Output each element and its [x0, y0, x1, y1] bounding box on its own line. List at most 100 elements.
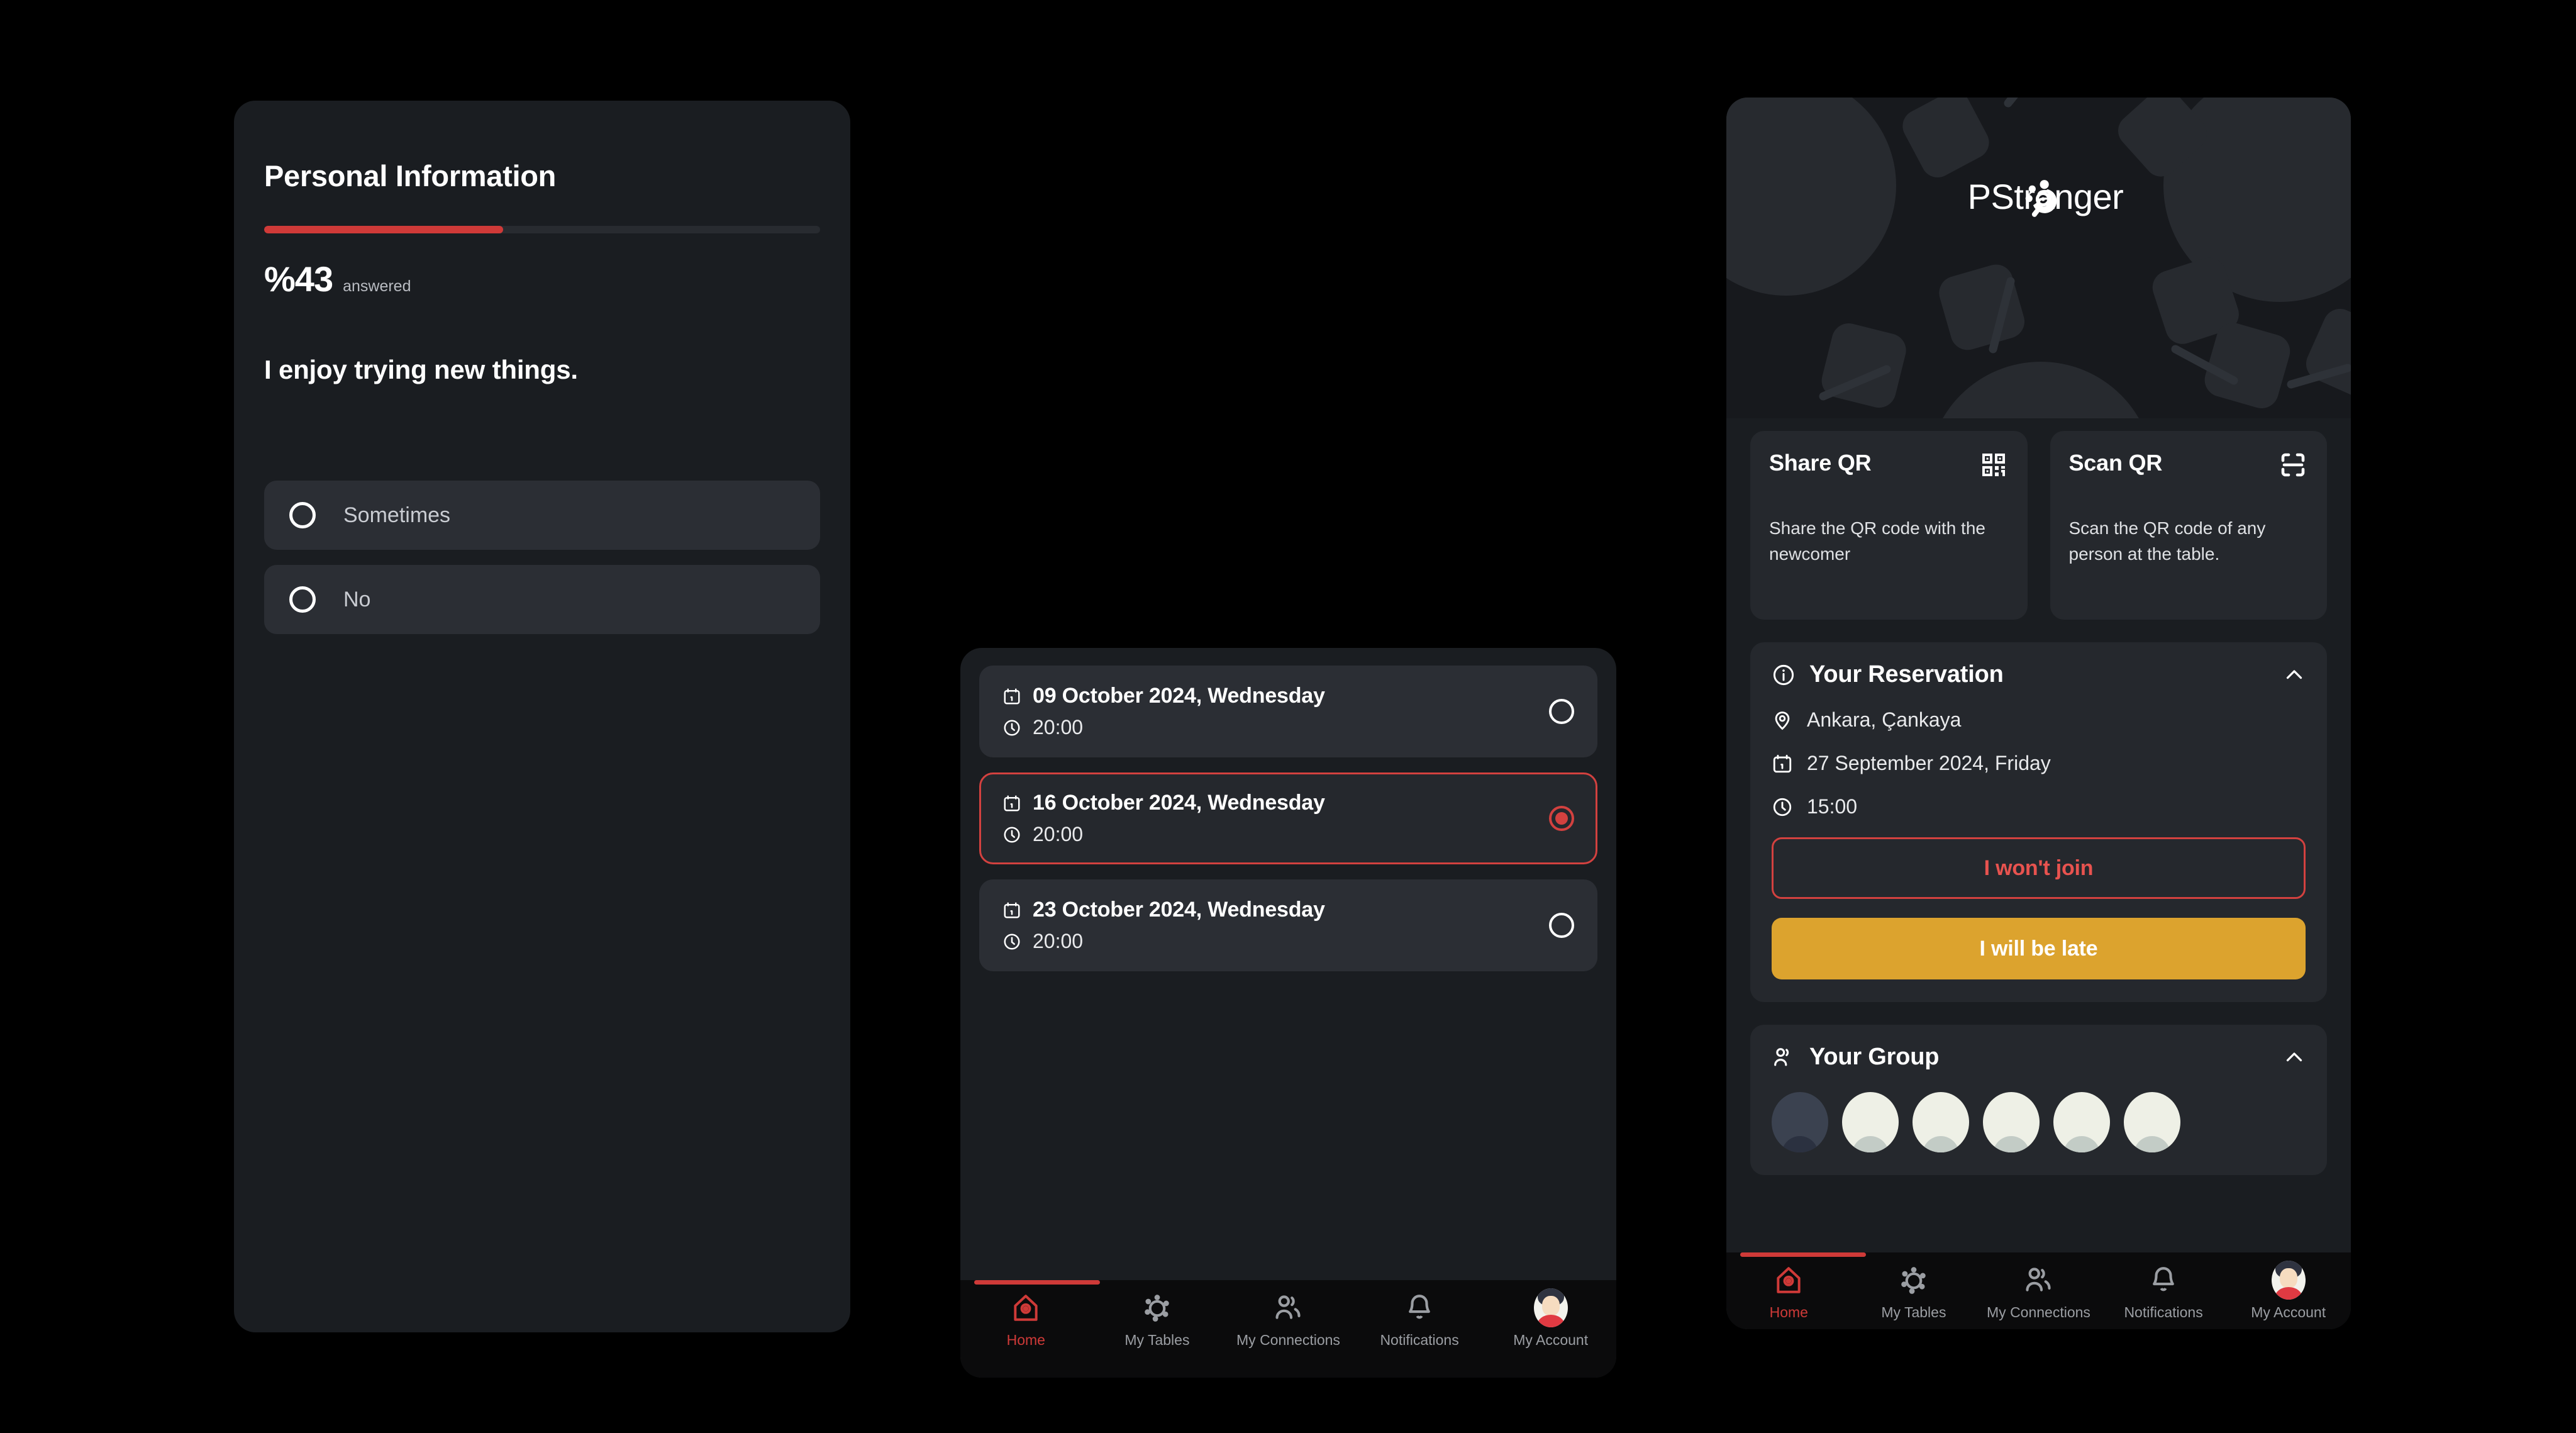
- answered-label: answered: [343, 277, 411, 295]
- avatar[interactable]: [1842, 1092, 1899, 1152]
- nav-label: My Account: [1513, 1332, 1589, 1348]
- radio-icon[interactable]: [289, 502, 316, 528]
- time-row: 20:00: [1002, 716, 1549, 739]
- share-qr-card[interactable]: Share QR Share the QR code with the newc…: [1750, 431, 2028, 620]
- brand: PStranger: [1726, 176, 2351, 217]
- qr-code-icon: [1979, 450, 2009, 483]
- people-icon: [1772, 1045, 1796, 1069]
- option-sometimes[interactable]: Sometimes: [264, 481, 820, 550]
- card-description: Share the QR code with the newcomer: [1769, 518, 1985, 564]
- answered-percent: %43: [264, 259, 333, 299]
- date-text: 23 October 2024, Wednesday: [1033, 898, 1325, 922]
- time-text: 20:00: [1033, 823, 1084, 845]
- card-title: Scan QR: [2068, 450, 2163, 476]
- decline-button[interactable]: I won't join: [1772, 837, 2306, 899]
- bottom-navigation: Home My Tables My Connections Notificati…: [960, 1280, 1616, 1378]
- nav-item-notifications[interactable]: Notifications: [2104, 1263, 2223, 1321]
- chevron-up-icon[interactable]: [2283, 664, 2306, 686]
- active-tab-indicator: [1740, 1252, 1866, 1257]
- radio-icon[interactable]: [1549, 699, 1574, 724]
- nav-item-my-account[interactable]: My Account: [2229, 1261, 2348, 1321]
- radio-icon-selected[interactable]: [1549, 806, 1574, 831]
- nav-item-my-tables[interactable]: My Tables: [1854, 1263, 1974, 1321]
- reservation-date-row: 27 September 2024, Friday: [1772, 752, 2306, 775]
- home-pin-icon: [1010, 1290, 1041, 1325]
- scan-qr-card[interactable]: Scan QR Scan the QR code of any person a…: [2050, 431, 2327, 620]
- date-text: 09 October 2024, Wednesday: [1033, 684, 1325, 708]
- home-pin-icon: [1773, 1263, 1804, 1298]
- clock-icon: [1002, 825, 1021, 844]
- tables-pattern-background: [1726, 98, 2351, 418]
- avatar[interactable]: [2053, 1092, 2110, 1152]
- card-title: Share QR: [1769, 450, 1872, 476]
- nav-label: My Connections: [1236, 1332, 1340, 1348]
- group-member-avatars: [1772, 1092, 2306, 1152]
- option-label: Sometimes: [343, 503, 451, 527]
- reservation-date: 27 September 2024, Friday: [1807, 752, 2051, 774]
- survey-screen: Personal Information %43 answered I enjo…: [234, 101, 850, 1332]
- reservation-location: Ankara, Çankaya: [1807, 708, 1962, 731]
- bottom-navigation: Home My Tables My Connections Notificati…: [1726, 1252, 2351, 1329]
- avatar: [2271, 1261, 2306, 1300]
- radio-icon[interactable]: [1549, 913, 1574, 938]
- option-no[interactable]: No: [264, 565, 820, 634]
- card-description: Scan the QR code of any person at the ta…: [2068, 518, 2266, 564]
- table-row[interactable]: 23 October 2024, Wednesday 20:00: [979, 879, 1597, 971]
- clock-icon: [1002, 932, 1021, 951]
- nav-label: My Tables: [1124, 1332, 1190, 1348]
- avatar: [1533, 1288, 1568, 1327]
- radio-icon[interactable]: [289, 586, 316, 613]
- avatar[interactable]: [1772, 1092, 1828, 1152]
- clock-icon: [1772, 796, 1793, 818]
- nav-label: My Account: [2251, 1304, 2326, 1320]
- nav-item-notifications[interactable]: Notifications: [1360, 1290, 1479, 1349]
- answer-options: Sometimes No: [264, 481, 820, 634]
- people-icon: [2023, 1263, 2054, 1298]
- nav-label: Notifications: [1380, 1332, 1459, 1348]
- home-header: PStranger: [1726, 98, 2351, 418]
- avatar[interactable]: [1913, 1092, 1969, 1152]
- location-pin-icon: [1772, 710, 1793, 731]
- nav-item-my-connections[interactable]: My Connections: [1228, 1290, 1348, 1349]
- table-row[interactable]: 09 October 2024, Wednesday 20:00: [979, 666, 1597, 757]
- date-row: 09 October 2024, Wednesday: [1002, 684, 1549, 708]
- bell-icon: [2148, 1263, 2179, 1298]
- date-list: 09 October 2024, Wednesday 20:00 16 Octo…: [960, 648, 1616, 971]
- group-card: Your Group: [1750, 1025, 2327, 1175]
- reservation-location-row: Ankara, Çankaya: [1772, 708, 2306, 732]
- nav-item-home[interactable]: Home: [1729, 1263, 1848, 1321]
- qr-actions: Share QR Share the QR code with the newc…: [1750, 431, 2327, 620]
- chevron-up-icon[interactable]: [2283, 1046, 2306, 1069]
- page-title: Personal Information: [264, 159, 557, 192]
- time-row: 20:00: [1002, 823, 1549, 846]
- qr-scan-icon: [2278, 450, 2308, 483]
- date-card-info: 16 October 2024, Wednesday 20:00: [1002, 791, 1549, 846]
- nav-item-home[interactable]: Home: [966, 1290, 1085, 1349]
- nav-label: Notifications: [2124, 1304, 2203, 1320]
- time-text: 20:00: [1033, 716, 1084, 739]
- avatar[interactable]: [2124, 1092, 2180, 1152]
- date-selection-screen: 09 October 2024, Wednesday 20:00 16 Octo…: [960, 648, 1616, 1378]
- table-row[interactable]: 16 October 2024, Wednesday 20:00: [979, 772, 1597, 864]
- calendar-icon: [1772, 753, 1793, 774]
- group-title-group: Your Group: [1772, 1044, 1939, 1071]
- progress-bar: [264, 226, 820, 233]
- date-text: 16 October 2024, Wednesday: [1033, 791, 1325, 815]
- date-card-info: 23 October 2024, Wednesday 20:00: [1002, 898, 1549, 953]
- people-icon: [1272, 1290, 1304, 1325]
- nav-item-my-tables[interactable]: My Tables: [1097, 1290, 1217, 1349]
- active-tab-indicator: [974, 1280, 1100, 1285]
- question-text: I enjoy trying new things.: [264, 355, 578, 384]
- reservation-header[interactable]: Your Reservation: [1772, 661, 2306, 688]
- nav-item-my-connections[interactable]: My Connections: [1979, 1263, 2098, 1321]
- screenshot-canvas: Personal Information %43 answered I enjo…: [0, 0, 2576, 1433]
- time-row: 20:00: [1002, 930, 1549, 953]
- answered-summary: %43 answered: [264, 259, 820, 299]
- card-title: Your Reservation: [1809, 661, 2004, 688]
- late-button[interactable]: I will be late: [1772, 918, 2306, 979]
- reservation-card: Your Reservation Ankara, Çankaya 27 Sept…: [1750, 642, 2327, 1002]
- nav-item-my-account[interactable]: My Account: [1491, 1288, 1611, 1349]
- group-header[interactable]: Your Group: [1772, 1044, 2306, 1071]
- option-label: No: [343, 587, 371, 611]
- avatar[interactable]: [1983, 1092, 2040, 1152]
